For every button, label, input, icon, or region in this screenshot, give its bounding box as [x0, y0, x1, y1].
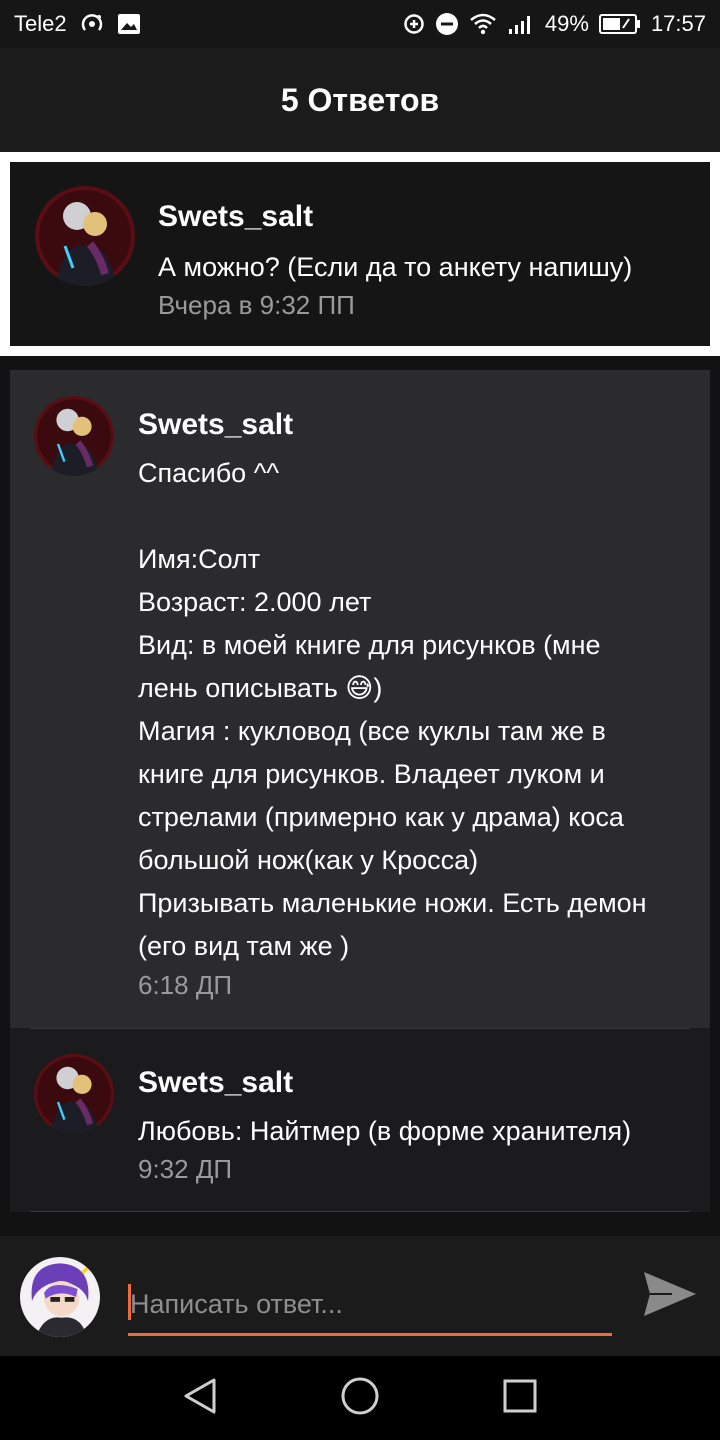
- divider: [30, 1028, 690, 1029]
- my-avatar[interactable]: [20, 1257, 100, 1337]
- comment-time: 9:32 ДП: [138, 1154, 233, 1184]
- signal-icon: [507, 13, 535, 35]
- page-title: 5 Ответов: [280, 81, 440, 118]
- avatar[interactable]: [35, 186, 135, 286]
- text-cursor: [128, 1284, 131, 1320]
- status-bar: Tele2 49% 17:57: [0, 0, 720, 48]
- image-icon: [117, 13, 141, 35]
- divider: [30, 1211, 690, 1212]
- avatar[interactable]: [34, 1054, 114, 1134]
- back-button[interactable]: [170, 1368, 230, 1428]
- reply-bar: [0, 1236, 720, 1356]
- comment-text: Спасибо ^^ Имя:Солт Возраст: 2.000 лет В…: [138, 458, 647, 961]
- reply-input[interactable]: [128, 1276, 612, 1336]
- header: 5 Ответов: [0, 48, 720, 152]
- comment-author[interactable]: Swets_salt: [138, 408, 293, 442]
- recents-square-icon: [502, 1378, 538, 1419]
- replies-list[interactable]: Swets_salt А можно? (Если да то анкету н…: [0, 152, 720, 1236]
- avatar[interactable]: [34, 396, 114, 476]
- hotspot-icon: [79, 13, 105, 35]
- comment-text: Любовь: Найтмер (в форме хранителя): [138, 1116, 632, 1146]
- comment-author[interactable]: Swets_salt: [158, 200, 313, 234]
- home-circle-icon: [340, 1376, 380, 1421]
- send-icon: [642, 1270, 698, 1323]
- comment-time: 6:18 ДП: [138, 970, 233, 1000]
- reply-card[interactable]: Swets_salt Спасибо ^^ Имя:Солт Возраст: …: [10, 370, 710, 1028]
- send-button[interactable]: [640, 1266, 700, 1326]
- battery-label: 49%: [544, 11, 589, 36]
- original-post: Swets_salt А можно? (Если да то анкету н…: [0, 152, 720, 356]
- wifi-icon: [469, 13, 497, 35]
- carrier-label: Tele2: [14, 11, 67, 36]
- comment-text: А можно? (Если да то анкету напишу): [158, 252, 633, 282]
- home-button[interactable]: [330, 1368, 390, 1428]
- data-saver-icon: [403, 13, 425, 35]
- recents-button[interactable]: [490, 1368, 550, 1428]
- battery-icon: [598, 13, 641, 35]
- original-post-card[interactable]: Swets_salt А можно? (Если да то анкету н…: [10, 162, 710, 346]
- comment-time: Вчера в 9:32 ПП: [158, 290, 355, 320]
- system-nav-bar: [0, 1356, 720, 1440]
- clock: 17:57: [650, 11, 706, 36]
- back-triangle-icon: [182, 1377, 218, 1420]
- reply-card[interactable]: Swets_salt Любовь: Найтмер (в форме хран…: [10, 1028, 710, 1212]
- comment-author[interactable]: Swets_salt: [138, 1066, 293, 1100]
- dnd-icon: [435, 12, 459, 36]
